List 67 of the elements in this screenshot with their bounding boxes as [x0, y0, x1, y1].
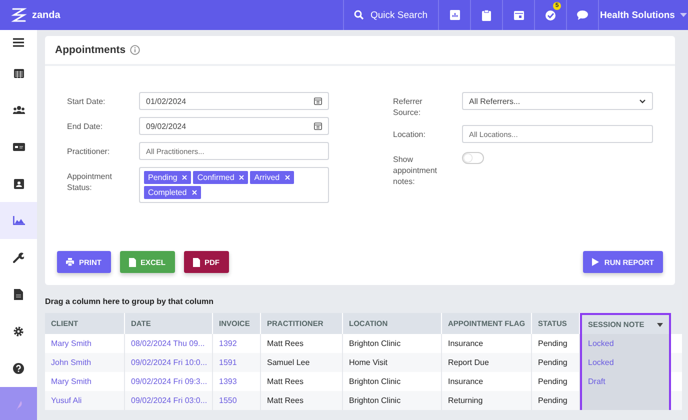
table-cell[interactable]: Draft: [580, 372, 671, 391]
brand-name: zanda: [32, 10, 60, 20]
file-icon: [128, 258, 136, 266]
close-icon[interactable]: [182, 175, 188, 180]
field-label: Practitioner:: [67, 146, 111, 157]
status-tag[interactable]: Confirmed: [193, 171, 248, 184]
table-cell: Brighton Clinic: [343, 391, 442, 410]
clipboard-icon: [482, 10, 491, 20]
table-cell[interactable]: [580, 391, 671, 410]
id-card-icon: [12, 142, 24, 150]
account-menu[interactable]: Health Solutions: [598, 0, 688, 30]
check-circle-icon: [545, 10, 556, 20]
date-field[interactable]: 01/02/2024: [139, 92, 329, 110]
feather-icon: [14, 400, 22, 411]
search-icon: [354, 10, 364, 20]
field-label: Show appointment notes:: [393, 154, 438, 187]
table-row[interactable]: John Smith 09/02/2024 Fri 10:0... 1591 Samuel Lee Home Visit Report Due Pending Locked: [45, 353, 682, 372]
bar-chart-icon: [450, 10, 460, 20]
status-tag[interactable]: Completed: [144, 186, 201, 199]
table-cell: Matt Rees: [261, 391, 343, 410]
group-hint: Drag a column here to group by that column: [45, 297, 214, 306]
table-row[interactable]: Yusuf Ali 09/02/2024 Fri 03:0... 1550 Matt Rees Brighton Clinic Returning Pending: [45, 391, 682, 410]
info-icon: [130, 45, 140, 55]
logo-icon: [10, 6, 28, 24]
wrench-icon: [13, 252, 24, 263]
users-icon: [12, 106, 24, 114]
dropdown-field[interactable]: All Referrers...: [462, 92, 653, 110]
play-icon: [592, 258, 600, 266]
table-cell[interactable]: 1550: [213, 391, 261, 410]
area-chart-icon: [12, 216, 24, 225]
table-cell[interactable]: 09/02/2024 Fri 03:0...: [125, 391, 213, 410]
close-icon[interactable]: [239, 175, 244, 180]
status-tag[interactable]: Pending: [144, 171, 192, 184]
page-title: Appointments: [55, 44, 126, 56]
calendar-icon: [514, 10, 524, 20]
quick-search-button[interactable]: Quick Search: [343, 0, 438, 30]
menu-icon: [13, 38, 24, 46]
field-label: End Date:: [67, 121, 104, 132]
file-icon: [192, 258, 200, 266]
status-field[interactable]: Pending Confirmed Arrived Completed: [139, 167, 329, 203]
image-icon: [14, 178, 24, 188]
chevron-icon: [639, 98, 646, 104]
table-cell[interactable]: Locked: [580, 353, 671, 372]
calendar-icon: [314, 122, 322, 130]
table-cell[interactable]: Locked: [580, 334, 671, 353]
file-icon: [14, 289, 23, 300]
field-label: Referrer Source:: [393, 96, 424, 118]
help-icon: [13, 363, 24, 374]
calendar-icon: [314, 97, 322, 105]
table-row[interactable]: Mary Smith 08/02/2024 Thu 09... 1392 Matt Rees Brighton Clinic Insurance Pending Locked: [45, 334, 682, 353]
date-field[interactable]: 09/02/2024: [139, 117, 329, 135]
close-icon[interactable]: [284, 175, 290, 180]
chat-icon: [577, 10, 588, 20]
field-label: Location:: [393, 129, 426, 140]
settings-icon: [13, 326, 24, 337]
table-cell: Returning: [442, 391, 532, 410]
table-row[interactable]: Mary Smith 09/02/2024 Fri 09:3... 1393 Matt Rees Brighton Clinic Insurance Pending Draft: [45, 372, 682, 391]
toggle-switch[interactable]: [462, 152, 484, 164]
caret-icon[interactable]: [657, 322, 663, 326]
calendar-icon: [14, 68, 24, 78]
field-label: Appointment Status:: [67, 171, 113, 193]
field-label: Start Date:: [67, 96, 106, 107]
status-tag[interactable]: Arrived: [250, 171, 294, 184]
close-icon[interactable]: [192, 190, 197, 195]
printer-icon: [66, 258, 74, 266]
table-cell[interactable]: Yusuf Ali: [45, 391, 125, 410]
caret-icon: [680, 13, 687, 17]
